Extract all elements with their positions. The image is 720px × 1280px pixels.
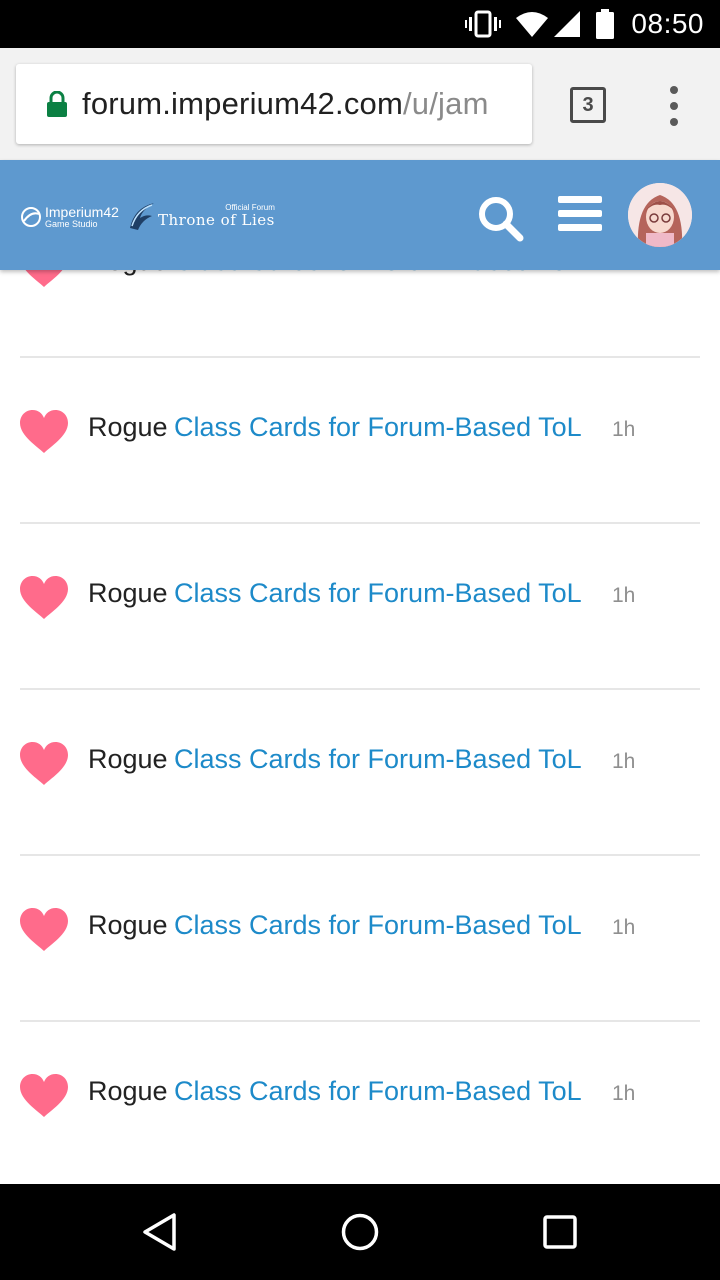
- menu-dot: [670, 102, 678, 110]
- notification-user: Rogue: [88, 744, 168, 774]
- studio-logo[interactable]: Imperium42 Game Studio: [20, 202, 119, 232]
- list-item[interactable]: Rogue Class Cards for Forum-Based ToL 1h: [20, 524, 700, 690]
- forum-logo[interactable]: Official Forum Throne of Lies: [128, 198, 275, 234]
- tab-switcher-button[interactable]: 3: [570, 87, 606, 123]
- heart-icon: [20, 908, 68, 951]
- list-item[interactable]: Rogue Class Cards for Forum-Based ToL 1h: [20, 690, 700, 856]
- search-icon: [479, 197, 524, 242]
- heart-icon: [20, 576, 68, 619]
- notification-topic-link[interactable]: Class Cards for Forum-Based ToL: [174, 578, 582, 609]
- list-item[interactable]: Rogue Class Cards for Forum-Based ToL 1h: [20, 856, 700, 1022]
- vibrate-icon: [465, 10, 502, 38]
- overflow-menu-button[interactable]: [660, 86, 688, 126]
- status-clock: 08:50: [631, 8, 704, 39]
- menu-dot: [670, 118, 678, 126]
- navigation-bar: [0, 1184, 720, 1280]
- back-icon: [143, 1213, 176, 1251]
- address-bar[interactable]: forum.imperium42.com/u/jam: [16, 64, 532, 144]
- studio-logo-line2: Game Studio: [45, 219, 98, 229]
- home-button[interactable]: [336, 1208, 384, 1256]
- signal-icon: [553, 10, 581, 38]
- browser-toolbar: forum.imperium42.com/u/jam 3: [0, 48, 720, 160]
- forum-logo-title: Throne of Lies: [158, 211, 275, 229]
- notification-topic-link[interactable]: Class Cards for Forum-Based ToL: [174, 1076, 582, 1107]
- site-header: Imperium42 Game Studio Official Forum Th…: [0, 160, 720, 270]
- back-button[interactable]: [136, 1208, 184, 1256]
- notification-time: 1h: [612, 750, 636, 773]
- studio-logo-icon: [21, 207, 41, 227]
- recents-button[interactable]: [536, 1208, 584, 1256]
- home-icon: [341, 1213, 379, 1251]
- notification-time: 1h: [612, 418, 636, 441]
- notification-time: 1h: [612, 584, 636, 607]
- notification-topic-link[interactable]: Class Cards for Forum-Based ToL: [174, 744, 582, 775]
- list-item[interactable]: Rogue Class Cards for Forum-Based ToL 1h: [20, 1022, 700, 1184]
- wifi-icon: [515, 10, 549, 38]
- notification-time: 1h: [612, 916, 636, 939]
- battery-icon: [595, 9, 615, 39]
- notifications-list: Rogue Class Cards for Forum-Based ToL 1h…: [0, 160, 720, 1184]
- status-bar: 08:50: [0, 0, 720, 48]
- heart-icon: [20, 742, 68, 785]
- notification-user: Rogue: [88, 412, 168, 442]
- heart-icon: [20, 1074, 68, 1117]
- menu-dot: [670, 86, 678, 94]
- hamburger-icon: [558, 196, 602, 231]
- url-path: /u/jam: [402, 86, 489, 121]
- dragon-icon: [130, 203, 154, 230]
- lock-icon: [46, 91, 68, 117]
- hamburger-menu-button[interactable]: [558, 194, 602, 234]
- notification-user: Rogue: [88, 578, 168, 608]
- heart-icon: [20, 410, 68, 453]
- notification-user: Rogue: [88, 910, 168, 940]
- avatar-image: [628, 183, 692, 247]
- search-button[interactable]: [476, 194, 524, 242]
- notification-user: Rogue: [88, 1076, 168, 1106]
- notification-topic-link[interactable]: Class Cards for Forum-Based ToL: [174, 910, 582, 941]
- user-avatar[interactable]: [628, 183, 692, 247]
- recents-icon: [543, 1215, 577, 1249]
- notification-time: 1h: [612, 1082, 636, 1105]
- tab-count: 3: [582, 93, 594, 116]
- url-host: forum.imperium42.com: [82, 86, 403, 121]
- list-item[interactable]: Rogue Class Cards for Forum-Based ToL 1h: [20, 358, 700, 524]
- studio-logo-line1: Imperium42: [45, 204, 119, 220]
- notification-topic-link[interactable]: Class Cards for Forum-Based ToL: [174, 412, 582, 443]
- url-text: forum.imperium42.com/u/jam: [82, 86, 489, 122]
